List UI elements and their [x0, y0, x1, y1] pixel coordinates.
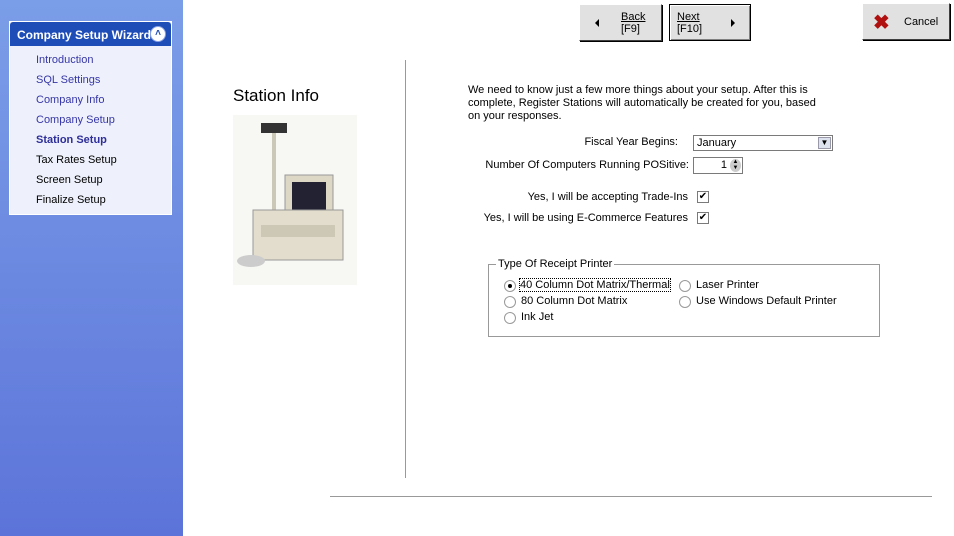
- computers-spinner[interactable]: 1 ▲ ▼: [693, 157, 743, 174]
- back-button[interactable]: Back [F9]: [579, 4, 662, 41]
- sidebar-item-tax-rates-setup: Tax Rates Setup: [36, 154, 117, 166]
- computers-value: 1: [720, 159, 727, 171]
- sidebar: Company Setup Wizard ˄ Introduction SQL S…: [0, 0, 183, 536]
- next-button[interactable]: Next [F10]: [669, 4, 751, 41]
- next-shortcut: [F10]: [677, 23, 703, 35]
- radio-windows-default-label[interactable]: Use Windows Default Printer: [696, 295, 837, 307]
- arrow-right-icon: [731, 19, 735, 27]
- next-label: Next: [677, 11, 700, 23]
- radio-40-column-label[interactable]: 40 Column Dot Matrix/Thermal: [519, 278, 671, 292]
- wizard-panel: Company Setup Wizard ˄ Introduction SQL S…: [9, 21, 172, 215]
- sidebar-item-station-setup[interactable]: Station Setup: [36, 134, 107, 146]
- horizontal-divider: [330, 496, 932, 497]
- ecommerce-label: Yes, I will be using E-Commerce Features: [483, 212, 688, 224]
- collapse-icon[interactable]: ˄: [150, 26, 166, 42]
- wizard-title: Company Setup Wizard: [17, 28, 151, 42]
- receipt-printer-group-label: Type Of Receipt Printer: [496, 258, 615, 270]
- intro-text: We need to know just a few more things a…: [468, 84, 816, 122]
- trade-ins-checkbox[interactable]: ✔: [697, 191, 709, 203]
- sidebar-item-finalize-setup: Finalize Setup: [36, 194, 106, 206]
- spinner-arrows-icon[interactable]: ▲ ▼: [730, 159, 741, 172]
- trade-ins-label: Yes, I will be accepting Trade-Ins: [527, 191, 688, 203]
- close-x-icon: ✖: [873, 12, 890, 34]
- fiscal-year-value: January: [697, 137, 737, 149]
- sidebar-item-company-info[interactable]: Company Info: [36, 94, 104, 106]
- wizard-panel-header[interactable]: Company Setup Wizard ˄: [10, 22, 171, 46]
- radio-80-column[interactable]: [504, 296, 516, 308]
- radio-80-column-label[interactable]: 80 Column Dot Matrix: [521, 295, 627, 307]
- sidebar-item-introduction[interactable]: Introduction: [36, 54, 93, 66]
- cancel-button[interactable]: ✖ Cancel: [862, 3, 950, 40]
- sidebar-item-sql-settings[interactable]: SQL Settings: [36, 74, 100, 86]
- fiscal-year-select[interactable]: January ▼: [693, 135, 833, 151]
- cancel-label: Cancel: [904, 16, 939, 28]
- pos-terminal-image: [233, 115, 357, 285]
- back-label: Back: [621, 11, 646, 23]
- radio-laser-label[interactable]: Laser Printer: [696, 279, 759, 291]
- ecommerce-checkbox[interactable]: ✔: [697, 212, 709, 224]
- sidebar-item-company-setup[interactable]: Company Setup: [36, 114, 115, 126]
- back-shortcut: [F9]: [621, 23, 640, 35]
- radio-40-column[interactable]: [504, 280, 516, 292]
- sidebar-item-screen-setup: Screen Setup: [36, 174, 103, 186]
- page-title: Station Info: [233, 86, 320, 105]
- radio-ink-jet-label[interactable]: Ink Jet: [521, 311, 553, 323]
- arrow-left-icon: [595, 19, 599, 27]
- radio-windows-default[interactable]: [679, 296, 691, 308]
- vertical-divider: [405, 60, 406, 478]
- radio-ink-jet[interactable]: [504, 312, 516, 324]
- computers-label: Number Of Computers Running POSitive:: [485, 159, 689, 171]
- chevron-down-icon[interactable]: ▼: [818, 137, 831, 149]
- radio-laser[interactable]: [679, 280, 691, 292]
- fiscal-year-label: Fiscal Year Begins:: [584, 136, 678, 148]
